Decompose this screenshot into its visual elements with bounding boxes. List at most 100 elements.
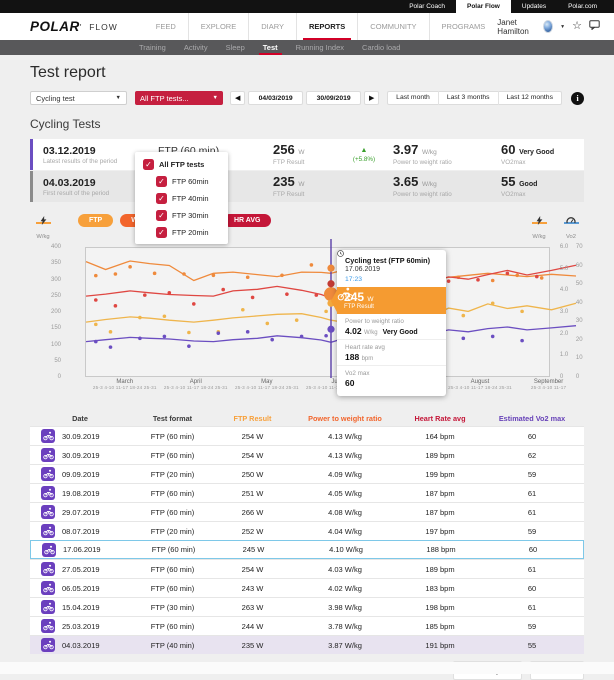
nav-feed[interactable]: FEED (144, 13, 188, 40)
first-date-caption: First result of the period (43, 190, 148, 197)
dropdown-option-ftp-30min[interactable]: ✓ FTP 30min (156, 210, 220, 221)
tooltip-pwr-unit: W/kg (364, 330, 378, 336)
first-ftp-caption: FTP Result (273, 191, 335, 198)
checkbox-checked-icon[interactable]: ✓ (156, 193, 167, 204)
site-link-polar-coach[interactable]: Polar Coach (398, 0, 456, 13)
subnav-sleep[interactable]: Sleep (217, 40, 254, 55)
tooltip-ftp-caption: FTP Result (344, 304, 374, 310)
user-avatar[interactable] (543, 20, 553, 33)
cell-vo2-max: 60 (480, 432, 584, 441)
tooltip-ftp-unit: W (367, 296, 373, 303)
tooltip-time: 17:23 (345, 276, 362, 283)
cell-date: 30.09.2019 (62, 451, 100, 460)
table-row[interactable]: 17.06.2019FTP (60 min)245 W4.10 W/kg188 … (30, 540, 584, 559)
site-link-polar-com[interactable]: Polar.com (557, 0, 608, 13)
left-axis-unit-toggle[interactable]: W/kg (30, 212, 56, 243)
favorites-star-icon[interactable]: ☆ (572, 21, 582, 32)
dropdown-option-ftp-60min[interactable]: ✓ FTP 60min (156, 176, 220, 187)
subnav-test[interactable]: Test (254, 40, 287, 55)
subnav-cardio-load[interactable]: Cardio load (353, 40, 409, 55)
cycling-sport-icon (41, 505, 55, 519)
table-row[interactable]: 30.09.2019FTP (60 min)254 W4.13 W/kg189 … (30, 445, 584, 464)
plot-area[interactable]: Cycling test (FTP 60min) 17.06.2019 17:2… (85, 247, 550, 377)
summary-row-first[interactable]: 04.03.2019 First result of the period FT… (30, 171, 584, 202)
column-header-ftp-result[interactable]: FTP Result (215, 414, 290, 423)
right-axis-wkg-toggle[interactable]: W/kg (526, 212, 552, 243)
table-row[interactable]: 09.09.2019FTP (20 min)250 W4.09 W/kg199 … (30, 464, 584, 483)
column-header-test-format[interactable]: Test format (130, 414, 215, 423)
table-row[interactable]: 15.04.2019FTP (30 min)263 W3.98 W/kg198 … (30, 597, 584, 616)
quick-range-last-3-months[interactable]: Last 3 months (438, 91, 498, 105)
table-row[interactable]: 25.03.2019FTP (60 min)244 W3.78 W/kg185 … (30, 616, 584, 635)
cell-test-format: FTP (40 min) (130, 641, 215, 650)
chart-section: W/kg FTP W/kg VO2max HR AVG W/kg (30, 214, 584, 397)
main-nav: FEED EXPLORE DIARY REPORTS COMMUNITY PRO… (144, 13, 498, 40)
cell-heart-rate-avg: 191 bpm (400, 641, 480, 650)
nav-reports[interactable]: REPORTS (296, 13, 357, 40)
checkbox-checked-icon[interactable]: ✓ (156, 210, 167, 221)
cell-vo2-max: 60 (481, 545, 585, 554)
sport-select[interactable]: Cycling test ▼ (30, 91, 127, 105)
quick-range-last-month[interactable]: Last month (388, 91, 438, 105)
table-row[interactable]: 08.07.2019FTP (20 min)252 W4.04 W/kg197 … (30, 521, 584, 540)
dropdown-option-all-ftp-tests[interactable]: ✓ All FTP tests (143, 159, 220, 170)
user-menu-caret-icon[interactable]: ▼ (560, 24, 565, 30)
summary-row-latest[interactable]: 03.12.2019 Latest results of the period … (30, 139, 584, 170)
checkbox-checked-icon[interactable]: ✓ (156, 227, 167, 238)
previous-period-button[interactable]: ◀ (230, 91, 245, 105)
cell-test-format: FTP (60 min) (130, 565, 215, 574)
table-row[interactable]: 19.08.2019FTP (60 min)251 W4.05 W/kg187 … (30, 483, 584, 502)
latest-wkg-caption: Power to weight ratio (393, 159, 491, 166)
nav-diary[interactable]: DIARY (248, 13, 296, 40)
right-axis-vo2-toggle[interactable]: Vo2 (558, 212, 584, 243)
column-header-date[interactable]: Date (30, 414, 130, 423)
messages-bubble-icon[interactable] (589, 20, 600, 33)
date-to-field[interactable]: 30/09/2019 (306, 91, 361, 105)
x-axis-month-label: March25-3 4-10 11-17 18-24 25-31 (93, 379, 157, 390)
table-row[interactable]: 30.09.2019FTP (60 min)254 W4.13 W/kg164 … (30, 426, 584, 445)
chart-tooltip: Cycling test (FTP 60min) 17.06.2019 17:2… (337, 250, 446, 396)
column-header-power-to-weight[interactable]: Power to weight ratio (290, 414, 400, 423)
table-row[interactable]: 27.05.2019FTP (60 min)254 W4.03 W/kg189 … (30, 559, 584, 578)
site-link-polar-flow[interactable]: Polar Flow (456, 0, 511, 13)
user-name[interactable]: Janet Hamilton (497, 18, 536, 36)
table-row[interactable]: 06.05.2019FTP (60 min)243 W4.02 W/kg183 … (30, 578, 584, 597)
cell-vo2-max: 62 (480, 451, 584, 460)
column-header-heart-rate-avg[interactable]: Heart Rate avg (400, 414, 480, 423)
cell-heart-rate-avg: 188 bpm (401, 545, 481, 554)
subnav-activity[interactable]: Activity (175, 40, 217, 55)
column-header-estimated-vo2[interactable]: Estimated Vo2 max (480, 414, 584, 423)
table-row[interactable]: 29.07.2019FTP (60 min)266 W4.08 W/kg187 … (30, 502, 584, 521)
nav-explore[interactable]: EXPLORE (188, 13, 248, 40)
cell-power-to-weight: 3.78 W/kg (290, 622, 400, 631)
cell-heart-rate-avg: 185 bpm (400, 622, 480, 631)
test-type-select[interactable]: All FTP tests... ▼ (135, 91, 223, 105)
checkbox-checked-icon[interactable]: ✓ (156, 176, 167, 187)
site-link-updates[interactable]: Updates (511, 0, 557, 13)
cell-vo2-max: 61 (480, 508, 584, 517)
cell-power-to-weight: 4.13 W/kg (290, 432, 400, 441)
subnav-training[interactable]: Training (130, 40, 175, 55)
polar-logo[interactable]: POLAR. (30, 19, 82, 34)
nav-programs[interactable]: PROGRAMS (429, 13, 498, 40)
date-from-field[interactable]: 04/03/2019 (248, 91, 303, 105)
legend-pill-ftp[interactable]: FTP (78, 214, 113, 227)
header-user-area: Janet Hamilton ▼ ☆ (497, 18, 600, 36)
cell-vo2-max: 61 (480, 565, 584, 574)
dropdown-option-label: FTP 60min (172, 177, 209, 186)
cell-power-to-weight: 4.09 W/kg (290, 470, 400, 479)
dropdown-option-ftp-20min[interactable]: ✓ FTP 20min (156, 227, 220, 238)
nav-community[interactable]: COMMUNITY (357, 13, 428, 40)
info-icon[interactable]: i (571, 92, 584, 105)
table-row[interactable]: 04.03.2019FTP (40 min)235 W3.87 W/kg191 … (30, 635, 584, 654)
latest-wkg-unit: W/kg (422, 149, 437, 156)
checkbox-checked-icon[interactable]: ✓ (143, 159, 154, 170)
cycling-sport-icon (41, 524, 55, 538)
tooltip-date: 17.06.2019 (345, 266, 438, 273)
dropdown-option-ftp-40min[interactable]: ✓ FTP 40min (156, 193, 220, 204)
cell-heart-rate-avg: 183 bpm (400, 584, 480, 593)
legend-pill-hr-avg[interactable]: HR AVG (223, 214, 271, 227)
next-period-button[interactable]: ▶ (364, 91, 379, 105)
quick-range-last-12-months[interactable]: Last 12 months (498, 91, 561, 105)
subnav-running-index[interactable]: Running Index (287, 40, 353, 55)
